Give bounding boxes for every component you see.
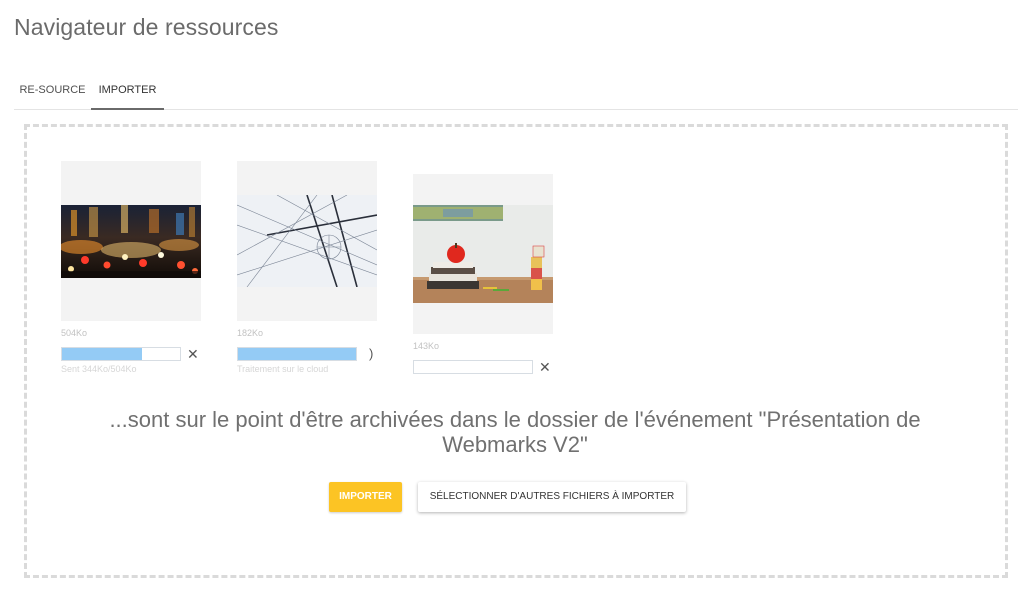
file-thumbnail	[61, 161, 201, 321]
file-card: 143Ko ✕	[413, 174, 553, 374]
close-icon[interactable]: ✕	[539, 360, 551, 374]
tab-re-source[interactable]: RE-SOURCE	[14, 76, 91, 109]
upload-progress-bar	[237, 347, 357, 361]
resource-browser: Navigateur de ressources RE-SOURCE IMPOR…	[0, 0, 1024, 600]
tab-bar: RE-SOURCE IMPORTER	[14, 76, 1018, 110]
upload-progress-fill	[238, 348, 356, 360]
file-size: 143Ko	[413, 341, 440, 351]
upload-progress-bar	[61, 347, 181, 361]
file-card: 182Ko ) Traitement sur le cloud	[237, 161, 377, 374]
file-thumbnail	[413, 174, 553, 334]
upload-message: ...sont sur le point d'être archivées da…	[109, 407, 921, 457]
close-icon[interactable]: ✕	[187, 347, 199, 361]
import-button[interactable]: IMPORTER	[329, 482, 402, 512]
upload-status: Traitement sur le cloud	[237, 364, 329, 374]
network-lines-image	[237, 195, 377, 287]
file-card: 504Ko ✕ Sent 344Ko/504Ko	[61, 161, 201, 374]
tab-importer[interactable]: IMPORTER	[91, 76, 164, 110]
file-size: 182Ko	[237, 328, 264, 338]
file-size: 504Ko	[61, 328, 88, 338]
city-traffic-image	[61, 205, 201, 278]
upload-progress-bar	[413, 360, 533, 374]
upload-status: Sent 344Ko/504Ko	[61, 364, 137, 374]
page-title: Navigateur de ressources	[14, 14, 279, 40]
spinner-icon: )	[369, 346, 374, 361]
select-more-files-button[interactable]: SÉLECTIONNER D'AUTRES FICHIERS À IMPORTE…	[418, 482, 686, 512]
file-thumbnail	[237, 161, 377, 321]
upload-progress-fill	[62, 348, 143, 360]
books-apple-image	[413, 205, 553, 303]
